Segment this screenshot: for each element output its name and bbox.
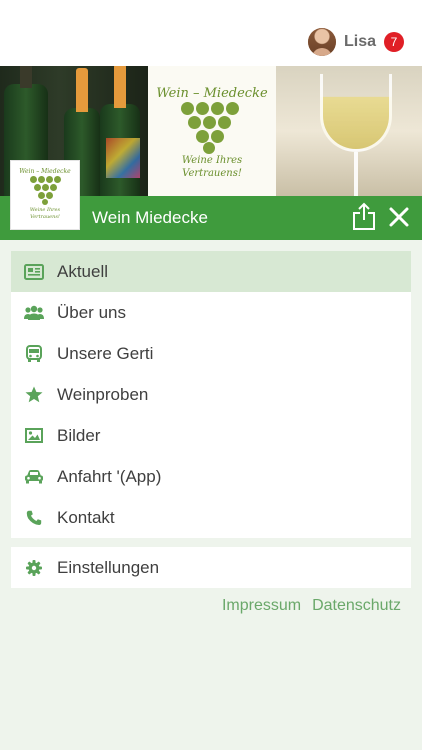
menu-item-weinproben[interactable]: Weinproben — [11, 374, 411, 415]
gear-icon — [11, 559, 57, 576]
menu-item-aktuell[interactable]: Aktuell — [11, 251, 411, 292]
star-icon — [11, 386, 57, 403]
wine-glass-image — [276, 66, 422, 196]
car-icon — [11, 469, 57, 484]
bus-icon — [11, 344, 57, 363]
newspaper-icon — [11, 263, 57, 280]
menu-item-label: Kontakt — [57, 507, 115, 527]
brand-logo-banner: Wein – Miedecke Weine Ihres Vertrauens! — [148, 66, 276, 196]
footer-links: Impressum Datenschutz — [222, 597, 401, 615]
menu-item-label: Anfahrt '(App) — [57, 466, 162, 486]
datenschutz-link[interactable]: Datenschutz — [312, 597, 401, 615]
menu-item-label: Unsere Gerti — [57, 343, 154, 363]
share-icon[interactable] — [352, 202, 376, 230]
brand-tagline-line1: Weine Ihres — [181, 155, 243, 166]
bottle-neck — [76, 68, 88, 112]
menu-item-ueber-uns[interactable]: Über uns — [11, 292, 411, 333]
brand-title: Wein – Miedecke — [156, 86, 268, 101]
impressum-link[interactable]: Impressum — [222, 597, 301, 615]
close-icon[interactable] — [388, 206, 410, 228]
brand-tagline-line2: Vertrauens! — [182, 168, 242, 179]
menu-item-kontakt[interactable]: Kontakt — [11, 497, 411, 538]
menu-item-label: Einstellungen — [57, 557, 160, 577]
user-name[interactable]: Lisa — [344, 33, 376, 51]
phone-icon — [11, 510, 57, 526]
users-icon — [11, 305, 57, 321]
user-avatar[interactable] — [307, 28, 336, 56]
top-bar: Lisa 7 — [0, 0, 422, 66]
menu-item-label: Weinproben — [57, 384, 149, 404]
menu-item-anfahrt[interactable]: Anfahrt '(App) — [11, 456, 411, 497]
bottle-neck — [20, 66, 32, 88]
bottle-neck — [114, 66, 126, 108]
logo-title: Wein – Miedecke — [19, 168, 71, 175]
menu-item-label: Aktuell — [57, 261, 109, 281]
menu-item-unsere-gerti[interactable]: Unsere Gerti — [11, 333, 411, 374]
menu-item-label: Über uns — [57, 302, 126, 322]
logo-tagline: Weine Ihres Vertrauens! — [11, 207, 79, 221]
bottle-3 — [100, 66, 140, 196]
logo-tagline-line1: Weine Ihres — [29, 207, 61, 213]
main-menu: Aktuell Über uns Unsere Gerti Weinproben… — [11, 251, 411, 538]
app-title: Wein Miedecke — [92, 208, 208, 227]
image-icon — [11, 428, 57, 443]
brand-tagline: Weine Ihres Vertrauens! — [148, 154, 276, 180]
user-profile[interactable]: Lisa 7 — [307, 28, 404, 56]
menu-item-label: Bilder — [57, 425, 101, 445]
wine-glass — [320, 74, 392, 152]
wine-glass-stem — [354, 152, 358, 196]
settings-menu: Einstellungen — [11, 547, 411, 588]
bottle-label — [106, 138, 140, 178]
notification-badge[interactable]: 7 — [384, 32, 404, 52]
menu-item-bilder[interactable]: Bilder — [11, 415, 411, 456]
logo-tagline-line2: Vertrauens! — [30, 214, 60, 220]
menu-item-einstellungen[interactable]: Einstellungen — [11, 547, 411, 588]
app-logo: Wein – Miedecke Weine Ihres Vertrauens! — [10, 160, 80, 230]
